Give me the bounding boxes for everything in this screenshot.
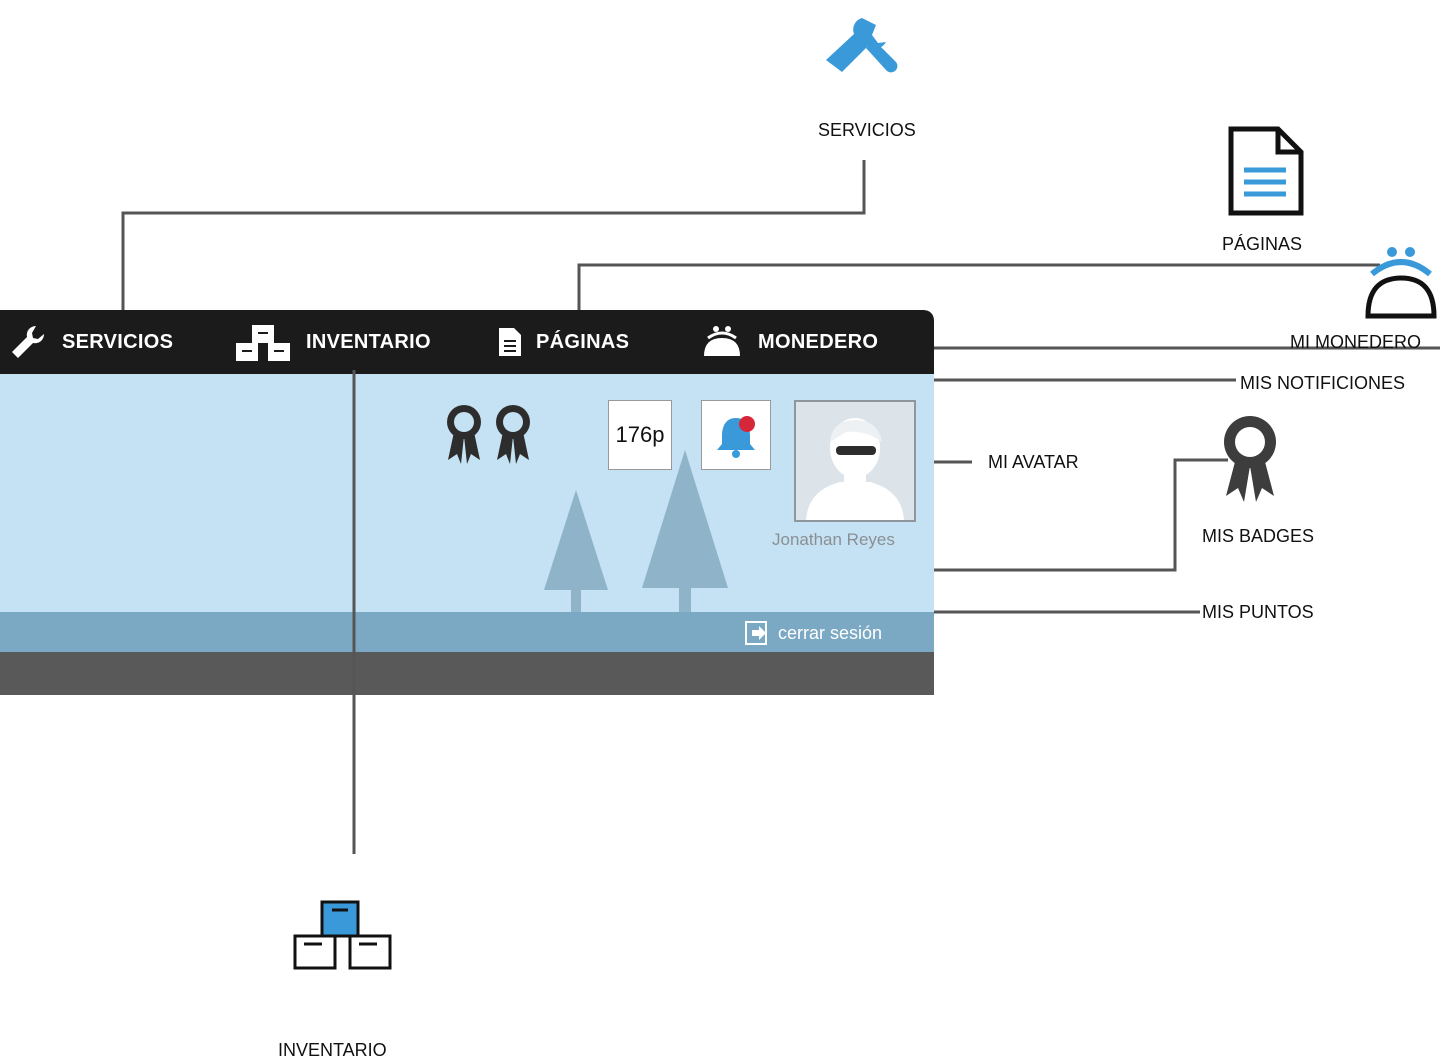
callout-paginas: PÁGINAS (1222, 234, 1303, 254)
nav-item-label: SERVICIOS (62, 330, 174, 353)
badge-icon[interactable] (493, 402, 533, 468)
nav-item-inventario[interactable]: INVENTARIO (234, 310, 431, 374)
nav-item-label: PÁGINAS (536, 330, 630, 353)
badge-icon (1224, 416, 1276, 502)
avatar-silhouette-icon (806, 418, 904, 520)
connector-paginas (577, 263, 1380, 310)
callout-monedero: MI MONEDERO (1290, 332, 1422, 352)
logout-label: cerrar sesión (778, 622, 883, 643)
callout-puntos: MIS PUNTOS (1202, 602, 1314, 622)
large-tree-illustration (642, 450, 728, 615)
footer-bar (0, 652, 934, 695)
connector-inventario (352, 370, 356, 854)
logout-button[interactable]: cerrar sesión (744, 620, 882, 646)
coin-purse-icon (704, 326, 740, 356)
coin-purse-icon (1365, 247, 1437, 319)
callout-inventario: INVENTARIO (278, 1040, 387, 1060)
boxes-icon (236, 325, 290, 361)
callout-badges: MIS BADGES (1202, 526, 1315, 546)
document-icon (1228, 126, 1304, 216)
header-panel: cerrar sesión SERVICIOS INVENTARIO PÁGIN… (0, 310, 934, 695)
nav-item-label: INVENTARIO (306, 330, 431, 353)
document-icon (499, 328, 521, 356)
badge-icon[interactable] (444, 402, 484, 468)
callout-avatar: MI AVATAR (988, 452, 1079, 472)
small-tree-illustration (544, 490, 608, 615)
notifications-button[interactable] (701, 400, 771, 470)
nav-item-paginas[interactable]: PÁGINAS (498, 310, 629, 374)
nav-item-label: MONEDERO (758, 330, 879, 353)
user-name: Jonathan Reyes (772, 530, 895, 549)
wrench-icon (826, 18, 898, 73)
callout-servicios: SERVICIOS (818, 120, 916, 140)
nav-item-monedero[interactable]: MONEDERO (700, 310, 878, 374)
avatar[interactable] (794, 400, 916, 522)
nav-item-servicios[interactable]: SERVICIOS (8, 310, 173, 374)
main-navbar: SERVICIOS INVENTARIO PÁGINAS MONEDERO (0, 310, 934, 374)
callout-notificaciones: MIS NOTIFICIONES (1240, 373, 1406, 393)
notification-dot (739, 416, 755, 432)
connector-servicios (121, 160, 866, 310)
wrench-icon (12, 325, 45, 358)
logout-icon (745, 621, 767, 645)
bell-icon (717, 416, 755, 458)
boxes-icon (293, 900, 392, 970)
points-counter[interactable]: 176p (608, 400, 672, 470)
